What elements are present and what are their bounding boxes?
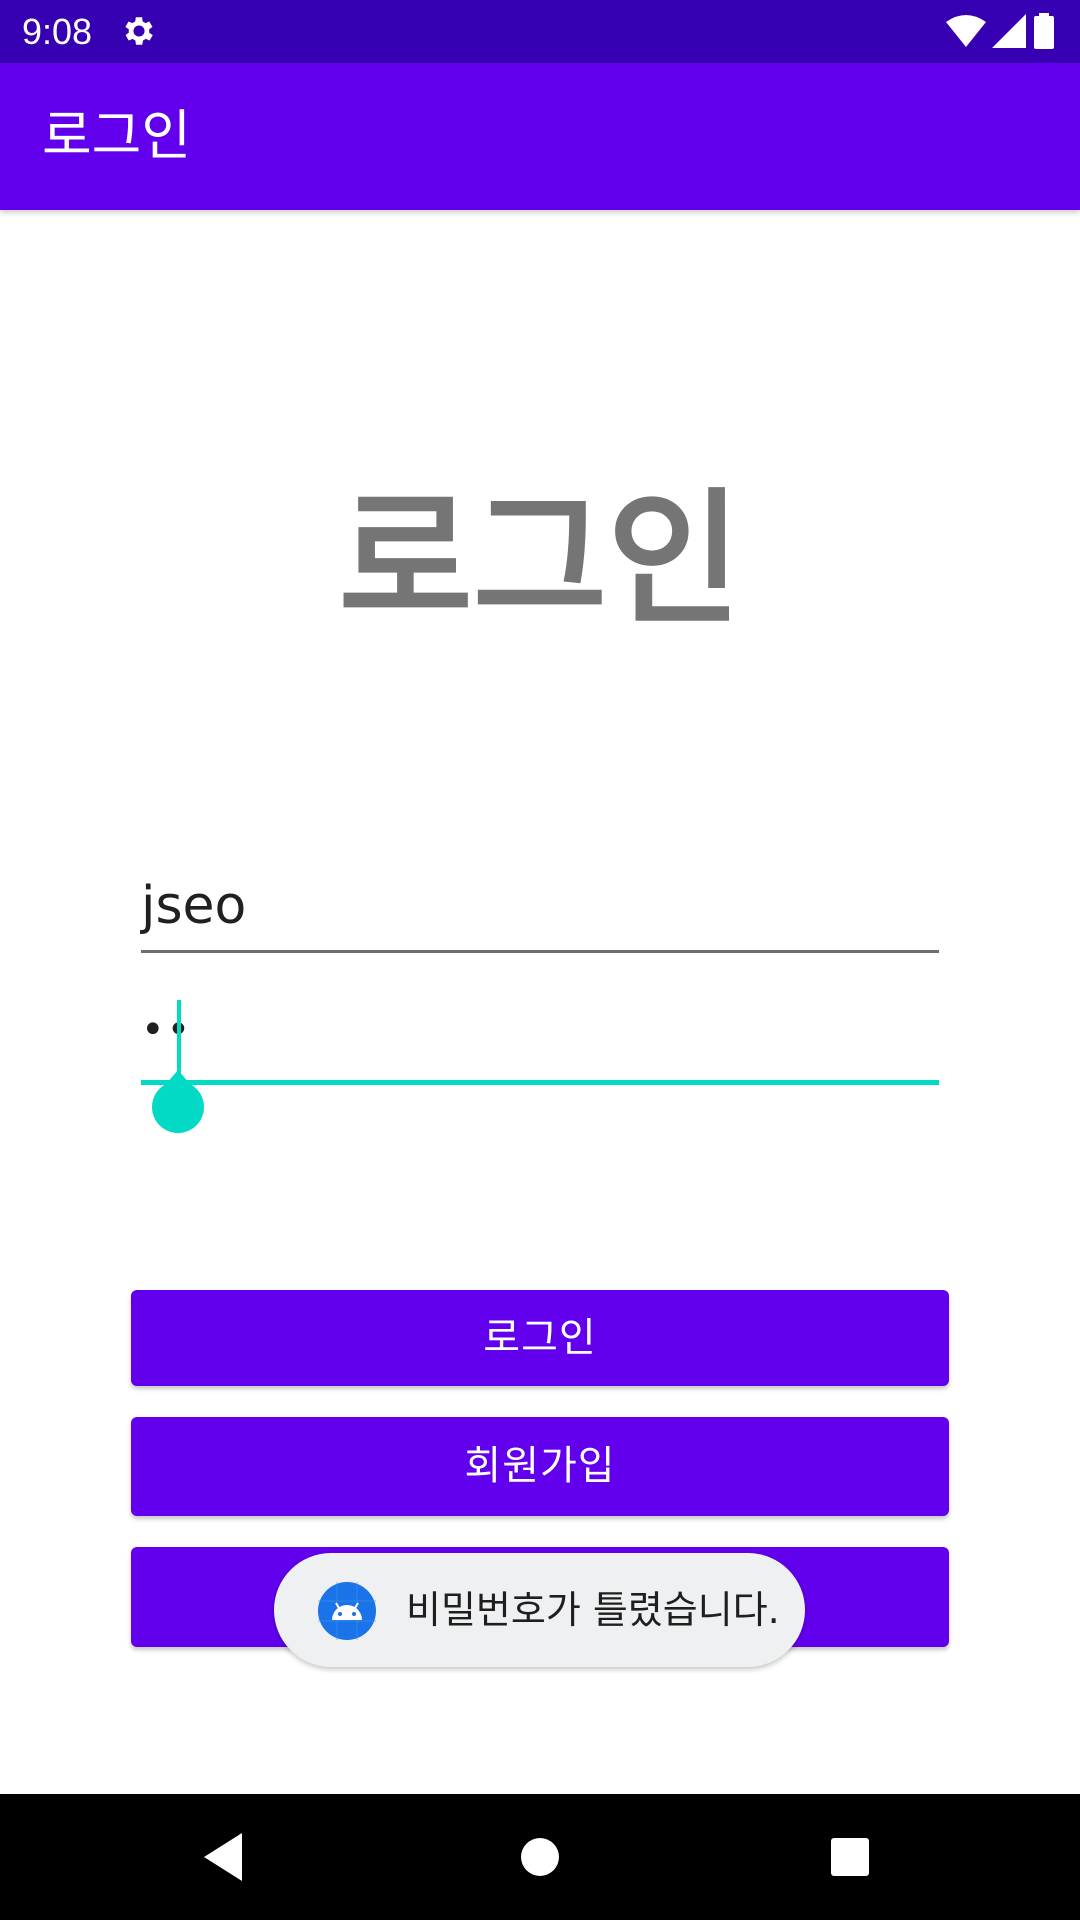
navigation-bar [0,1794,1080,1920]
id-input-value: jseo [141,876,247,936]
id-input[interactable]: jseo [141,866,939,953]
signup-button[interactable]: 회원가입 [131,1417,949,1516]
wifi-icon [946,15,986,47]
recents-icon[interactable] [820,1827,880,1887]
login-button[interactable]: 로그인 [131,1290,949,1386]
login-screen: 9:08 로그인 로그인 jseo •• 로그인 회원가입 비밀번호가 틀렸습니… [0,0,1080,1920]
app-bar: 로그인 [0,63,1080,210]
signal-icon [992,14,1026,48]
cursor-handle-icon[interactable] [150,1070,206,1134]
text-cursor [177,1000,181,1076]
battery-icon [1034,13,1054,49]
toast: 비밀번호가 틀렸습니다. [274,1553,805,1667]
password-input[interactable]: •• [141,996,939,1085]
page-title: 로그인 [338,475,742,645]
back-icon[interactable] [196,1827,256,1887]
home-icon[interactable] [510,1827,570,1887]
toast-message: 비밀번호가 틀렸습니다. [406,1588,780,1632]
status-time: 9:08 [22,11,93,52]
status-bar: 9:08 [0,0,1080,63]
app-bar-title: 로그인 [42,104,192,167]
password-input-value: •• [141,1007,193,1053]
gear-icon [125,17,153,45]
android-icon [318,1582,376,1640]
status-icons [946,12,1056,50]
